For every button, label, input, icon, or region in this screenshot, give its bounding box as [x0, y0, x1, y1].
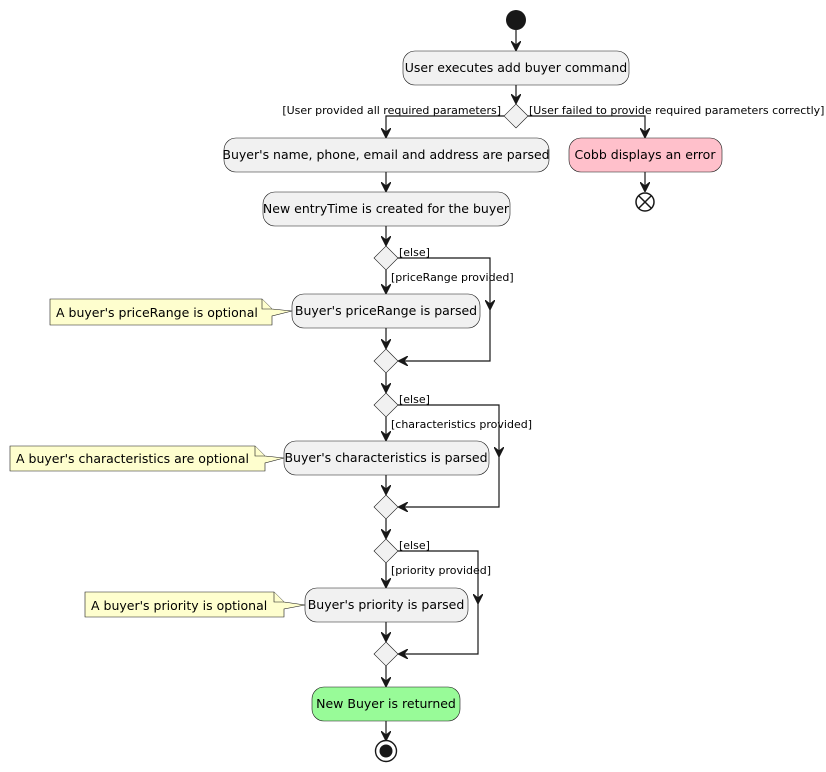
merge-price-range [373, 348, 399, 374]
activity-parse-characteristics: Buyer's characteristics is parsed [283, 440, 490, 476]
note-label: A buyer's priceRange is optional [56, 305, 258, 320]
decision-priority [373, 538, 399, 564]
activity-user-executes-command: User executes add buyer command [402, 50, 630, 86]
end-node-icon [374, 739, 398, 763]
activity-label: Buyer's name, phone, email and address a… [222, 147, 549, 162]
activity-label: Buyer's characteristics is parsed [284, 450, 487, 465]
guard-priority-provided: [priority provided] [391, 564, 491, 577]
activity-parse-required: Buyer's name, phone, email and address a… [222, 137, 550, 173]
note-label: A buyer's priority is optional [91, 598, 267, 613]
activity-parse-priority: Buyer's priority is parsed [304, 587, 469, 623]
activity-entry-time: New entryTime is created for the buyer [262, 191, 511, 227]
decision-characteristics [373, 392, 399, 418]
decision-price-range [373, 245, 399, 271]
note-label: A buyer's characteristics are optional [16, 451, 249, 466]
activity-error: Cobb displays an error [568, 137, 723, 173]
activity-label: User executes add buyer command [405, 60, 627, 75]
note-priority: A buyer's priority is optional [84, 591, 306, 618]
guard-characteristics-provided: [characteristics provided] [391, 418, 532, 431]
guard-required-ok: [User provided all required parameters] [282, 104, 501, 117]
activity-label: Buyer's priceRange is parsed [295, 303, 477, 318]
note-price-range: A buyer's priceRange is optional [49, 298, 293, 326]
guard-else: [else] [399, 539, 430, 552]
merge-priority [373, 641, 399, 667]
guard-price-provided: [priceRange provided] [391, 271, 514, 284]
edge [386, 115, 504, 137]
flow-final-icon [635, 192, 655, 212]
activity-new-buyer-returned: New Buyer is returned [311, 686, 461, 722]
merge-characteristics [373, 494, 399, 520]
activity-label: Cobb displays an error [575, 147, 717, 162]
activity-label: New Buyer is returned [316, 696, 456, 711]
activity-parse-price-range: Buyer's priceRange is parsed [291, 293, 481, 329]
guard-else: [else] [399, 393, 430, 406]
activity-label: New entryTime is created for the buyer [263, 201, 510, 216]
start-node [506, 10, 526, 30]
edge [528, 115, 645, 137]
activity-label: Buyer's priority is parsed [308, 597, 465, 612]
activity-diagram: User executes add buyer command [User pr… [9, 10, 824, 763]
note-characteristics: A buyer's characteristics are optional [9, 445, 285, 472]
decision-required-params [503, 103, 529, 129]
guard-else: [else] [399, 246, 430, 259]
guard-required-fail: [User failed to provide required paramet… [529, 104, 824, 117]
